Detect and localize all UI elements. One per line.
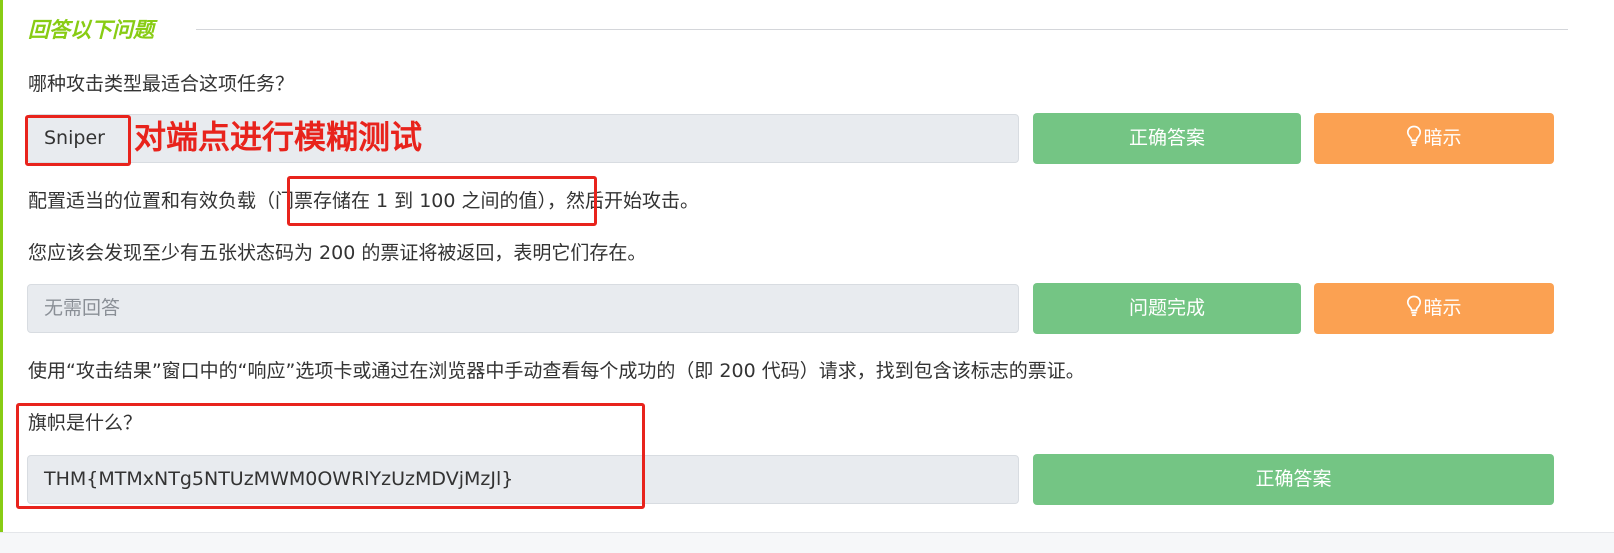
annotation-text: 对端点进行模糊测试 [134,118,423,156]
question-3-answer-field[interactable]: THM{MTMxNTg5NTUzMWM0OWRlYzUzMDVjMzJl} [27,455,1019,504]
title-divider [196,29,1568,30]
lightbulb-icon [1406,286,1422,337]
question-2-text-before: 配置适当的位置和有效负载 [28,190,257,212]
question-3-text: 旗帜是什么？ [28,412,143,434]
panel-footer-strip [0,532,1614,553]
question-3-answer-value: THM{MTMxNTg5NTUzMWM0OWRlYzUzMDVjMzJl} [44,468,514,490]
question-2-answer-field[interactable]: 无需回答 [27,284,1019,333]
question-1-text: 哪种攻击类型最适合这项任务？ [28,73,295,95]
question-2-text: 配置适当的位置和有效负载（门票存储在 1 到 100 之间的值），然后开始攻击。 [28,187,699,215]
question-2-complete-button[interactable]: 问题完成 [1033,283,1301,334]
question-2-text-line2: 您应该会发现至少有五张状态码为 200 的票证将被返回，表明它们存在。 [28,242,647,264]
question-1-hint-label: 暗示 [1423,127,1462,149]
question-3-submit-button[interactable]: 正确答案 [1033,454,1554,505]
question-1-answer-value: Sniper [44,127,105,149]
panel-accent-bar [0,0,3,532]
question-2-hint-button[interactable]: 暗示 [1314,283,1554,334]
question-2-text-boxed: （门票存储在 1 到 100 之间的值） [256,190,548,212]
question-2-text-after: ，然后开始攻击。 [547,190,700,212]
question-1-submit-button[interactable]: 正确答案 [1033,113,1301,164]
question-2-answer-placeholder: 无需回答 [44,297,121,319]
question-3-instruction: 使用“攻击结果”窗口中的“响应”选项卡或通过在浏览器中手动查看每个成功的（即 2… [28,360,1085,382]
lightbulb-icon [1406,116,1422,167]
question-1-hint-button[interactable]: 暗示 [1314,113,1554,164]
question-2-hint-label: 暗示 [1423,297,1462,319]
section-title: 回答以下问题 [28,18,154,42]
task-answer-panel: 回答以下问题 哪种攻击类型最适合这项任务？ Sniper 对端点进行模糊测试 正… [0,0,1614,553]
